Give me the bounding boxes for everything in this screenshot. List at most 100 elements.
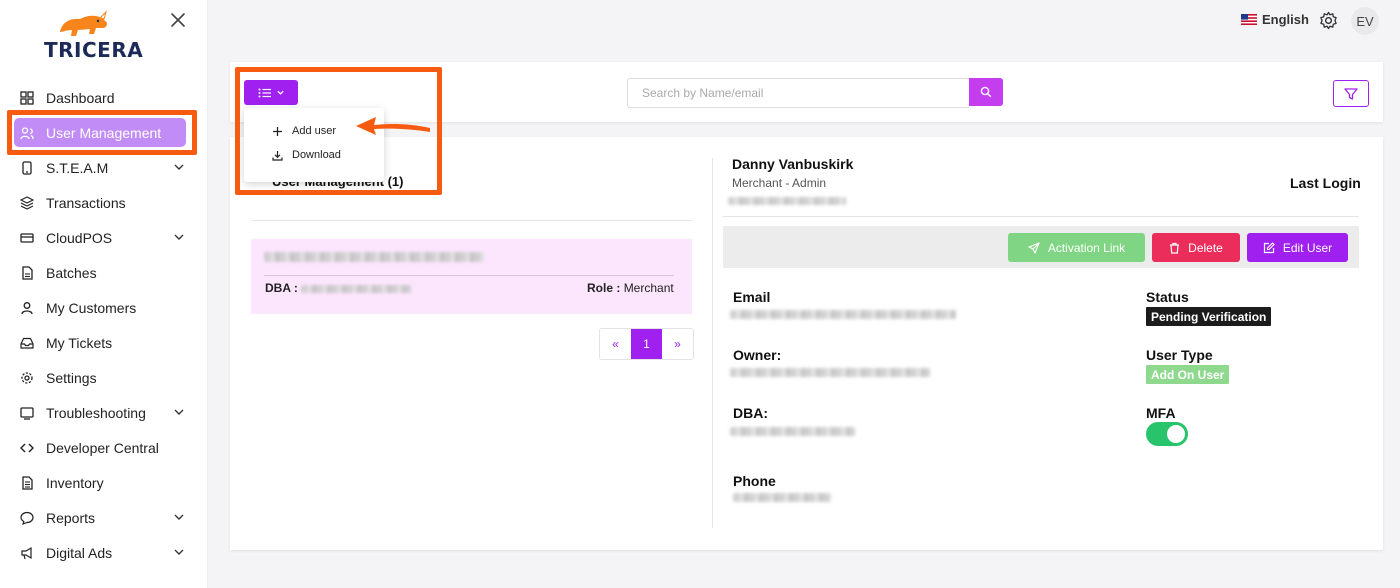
pagination-page[interactable]: 1 [631,329,662,359]
sidebar-item-label: Settings [46,369,97,386]
chevron-down-icon[interactable] [174,407,184,417]
sidebar-item-batches[interactable]: Batches [0,255,208,290]
sidebar-item-transactions[interactable]: Transactions [0,185,208,220]
sidebar-item-label: Developer Central [46,439,159,456]
chevron-down-icon[interactable] [174,512,184,522]
mfa-label: MFA [1146,405,1176,421]
sidebar-item-label: Dashboard [46,89,115,106]
role-value: Merchant [623,281,674,295]
chevron-down-icon[interactable] [174,162,184,172]
language-label: English [1262,12,1309,27]
sidebar-item-label: Batches [46,264,97,281]
sidebar-item-label: Transactions [46,194,126,211]
dba-label: DBA : [265,281,298,295]
sidebar-item-steam[interactable]: S.T.E.A.M [0,150,208,185]
email-label: Email [733,289,771,305]
filter-icon [1344,87,1358,100]
divider [723,216,1359,217]
code-icon [20,441,34,455]
edit-user-button[interactable]: Edit User [1247,233,1348,262]
sidebar-item-reports[interactable]: Reports [0,500,208,535]
phone-label: Phone [733,473,776,489]
user-detail-name: Danny Vanbuskirk [732,156,854,172]
chat-icon [20,511,34,525]
send-icon [1028,241,1040,254]
redacted-dba [730,427,855,436]
owner-label: Owner: [733,347,782,363]
user-type-label: User Type [1146,347,1213,363]
trash-icon [1170,242,1180,254]
activation-link-label: Activation Link [1047,240,1126,255]
sidebar-item-inventory[interactable]: Inventory [0,465,208,500]
divider [252,220,692,221]
megaphone-icon [20,546,34,560]
file-icon [20,265,34,280]
dinosaur-logo-icon [60,10,108,36]
delete-button[interactable]: Delete [1152,233,1240,262]
sidebar-item-label: Digital Ads [46,544,113,561]
delete-label: Delete [1188,240,1223,255]
user-icon [20,301,34,315]
sidebar-item-label: CloudPOS [46,229,113,246]
user-list-item[interactable] [251,239,692,314]
avatar[interactable]: EV [1351,7,1379,35]
annotation-highlight-box [7,110,197,155]
filter-button[interactable] [1333,80,1369,107]
redacted-email [730,310,956,319]
close-icon[interactable] [168,10,188,30]
redacted-user-name [264,252,484,262]
layers-icon [20,195,34,210]
pagination-prev[interactable]: « [600,329,631,359]
divider [264,275,674,276]
gear-icon [20,371,34,385]
search-icon [980,86,992,98]
brand-logo[interactable]: TRICERA [44,8,143,62]
chevron-down-icon[interactable] [174,232,184,242]
sidebar-item-label: My Tickets [46,334,113,351]
search-button[interactable] [969,78,1003,106]
phone-icon [20,160,34,175]
chevron-down-icon[interactable] [174,547,184,557]
vertical-divider [712,158,713,528]
sidebar-item-digital-ads[interactable]: Digital Ads [0,535,208,570]
redacted-detail-info [728,197,846,205]
sidebar-item-label: Troubleshooting [46,404,146,421]
pagination-next[interactable]: » [662,329,693,359]
sidebar-item-label: Inventory [46,474,104,491]
sidebar-item-troubleshooting[interactable]: Troubleshooting [0,395,208,430]
role-label: Role : [587,281,621,295]
user-type-badge: Add On User [1146,365,1230,384]
sidebar-item-label: S.T.E.A.M [46,159,109,176]
redacted-dba-value [301,285,411,293]
dba-detail-label: DBA: [733,405,768,421]
status-badge: Pending Verification [1146,307,1272,326]
brand-name: TRICERA [44,38,144,62]
mfa-toggle[interactable] [1146,422,1188,446]
annotation-arrow-icon [356,117,430,135]
sidebar-item-label: My Customers [46,299,137,316]
last-login-label: Last Login [1290,175,1361,191]
tool-icon [20,406,34,420]
redacted-phone [733,493,831,502]
sidebar-item-my-customers[interactable]: My Customers [0,290,208,325]
role-text: Role : Merchant [587,281,674,295]
edit-icon [1263,241,1275,253]
sidebar-item-developer-central[interactable]: Developer Central [0,430,208,465]
language-selector[interactable]: English [1241,12,1309,27]
redacted-owner [730,368,930,377]
sidebar-item-settings[interactable]: Settings [0,360,208,395]
edit-user-label: Edit User [1282,240,1333,255]
sidebar-item-my-tickets[interactable]: My Tickets [0,325,208,360]
pagination: « 1 » [599,328,694,360]
search-input[interactable] [627,78,969,108]
sidebar-item-cloudpos[interactable]: CloudPOS [0,220,208,255]
settings-gear-icon[interactable] [1319,11,1338,30]
activation-link-button[interactable]: Activation Link [1008,233,1145,262]
us-flag-icon [1241,14,1257,25]
status-label: Status [1146,289,1189,305]
inbox-icon [20,336,34,350]
document-icon [20,475,34,490]
user-detail-role: Merchant - Admin [732,176,827,190]
sidebar: TRICERA Dashboard User Management S.T.E.… [0,0,208,588]
credit-card-icon [20,231,34,245]
